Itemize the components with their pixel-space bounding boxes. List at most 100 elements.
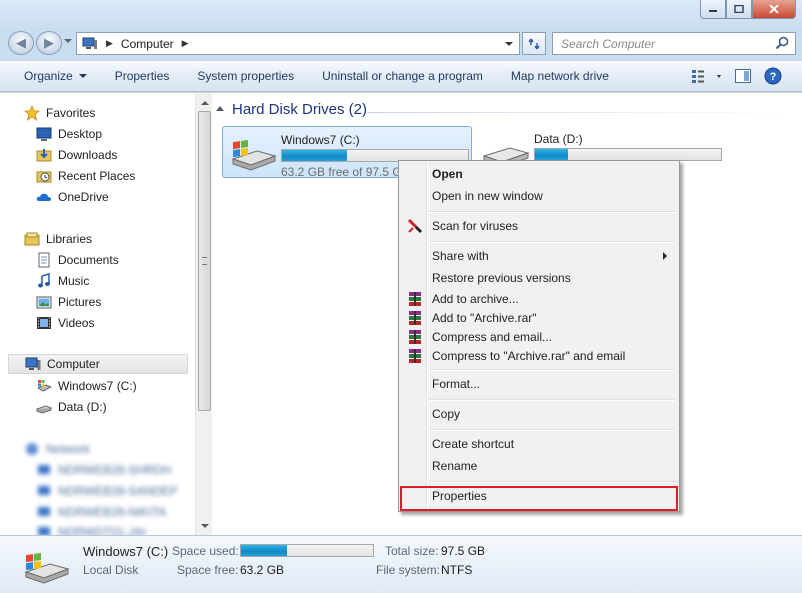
nav-item-network-computer[interactable]: NDRWEB28-SANDEP bbox=[36, 481, 178, 501]
menu-item-add-to-archive-rar[interactable]: Add to "Archive.rar" bbox=[401, 308, 677, 328]
nav-item-music[interactable]: Music bbox=[36, 271, 89, 291]
onedrive-cloud-icon bbox=[36, 193, 51, 201]
breadcrumb-arrow-icon[interactable]: ▶ bbox=[182, 38, 189, 49]
uninstall-program-button[interactable]: Uninstall or change a program bbox=[308, 61, 497, 91]
nav-item-desktop[interactable]: Desktop bbox=[36, 124, 102, 144]
scroll-thumb[interactable] bbox=[198, 111, 211, 411]
space-free-label: Space free: bbox=[177, 563, 239, 577]
menu-item-share-with[interactable]: Share with bbox=[401, 246, 677, 266]
nav-item-windows7-drive[interactable]: Windows7 (C:) bbox=[36, 376, 137, 396]
menu-item-copy[interactable]: Copy bbox=[401, 404, 677, 424]
menu-item-create-shortcut[interactable]: Create shortcut bbox=[401, 434, 677, 454]
context-menu: Open Open in new window Scan for viruses… bbox=[398, 160, 680, 512]
change-view-button[interactable] bbox=[688, 65, 728, 87]
nav-item-label: Downloads bbox=[58, 148, 118, 162]
scroll-down-icon[interactable] bbox=[201, 524, 209, 528]
menu-item-compress-to-archive-and-email[interactable]: Compress to "Archive.rar" and email bbox=[401, 346, 677, 366]
total-size-value: 97.5 GB bbox=[441, 544, 486, 558]
preview-pane-button[interactable] bbox=[728, 65, 758, 87]
navigation-pane: Favorites Desktop Downloads Recent Place… bbox=[6, 93, 212, 539]
nav-item-documents[interactable]: Documents bbox=[36, 250, 119, 270]
menu-separator bbox=[429, 241, 675, 243]
maximize-button[interactable] bbox=[726, 0, 752, 19]
maximize-icon bbox=[734, 5, 744, 13]
menu-item-restore-previous-versions[interactable]: Restore previous versions bbox=[401, 268, 677, 288]
nav-favorites[interactable]: Favorites bbox=[24, 103, 95, 123]
menu-item-open[interactable]: Open bbox=[401, 164, 677, 184]
nav-item-onedrive[interactable]: OneDrive bbox=[36, 187, 109, 207]
file-system-value: NTFS bbox=[441, 563, 473, 577]
svg-text:?: ? bbox=[770, 71, 777, 83]
search-icon[interactable] bbox=[775, 36, 789, 50]
details-pane: Windows7 (C:) Local Disk Space used: Spa… bbox=[0, 535, 802, 593]
computer-icon bbox=[25, 357, 41, 370]
menu-item-scan-for-viruses[interactable]: Scan for viruses bbox=[401, 216, 677, 236]
nav-item-data-drive[interactable]: Data (D:) bbox=[36, 397, 107, 417]
menu-item-add-to-archive[interactable]: Add to archive... bbox=[401, 289, 677, 309]
window-controls bbox=[700, 0, 796, 19]
menu-separator bbox=[429, 481, 675, 483]
star-icon bbox=[24, 105, 40, 121]
menu-item-label: Rename bbox=[432, 459, 478, 473]
nav-computer[interactable]: Computer bbox=[8, 354, 188, 374]
section-title: Hard Disk Drives (2) bbox=[232, 101, 368, 118]
nav-item-label: OneDrive bbox=[58, 190, 109, 204]
nav-item-recent-places[interactable]: Recent Places bbox=[36, 166, 135, 186]
nav-item-label: Recent Places bbox=[58, 169, 136, 183]
downloads-folder-icon bbox=[36, 149, 52, 162]
nav-item-videos[interactable]: Videos bbox=[36, 313, 94, 333]
menu-item-label: Format... bbox=[432, 377, 481, 391]
nav-item-network-computer[interactable]: NDRWEB28-NIKITA bbox=[36, 502, 166, 522]
network-computer-icon bbox=[38, 465, 50, 474]
nav-item-pictures[interactable]: Pictures bbox=[36, 292, 101, 312]
address-bar[interactable]: ▶ Computer ▶ bbox=[76, 32, 520, 55]
menu-item-compress-and-email[interactable]: Compress and email... bbox=[401, 327, 677, 347]
properties-button[interactable]: Properties bbox=[101, 61, 184, 91]
submenu-arrow-icon bbox=[663, 252, 667, 260]
system-properties-button[interactable]: System properties bbox=[183, 61, 308, 91]
nav-libraries[interactable]: Libraries bbox=[24, 229, 92, 249]
menu-item-label: Create shortcut bbox=[432, 437, 515, 451]
scroll-up-icon[interactable] bbox=[201, 101, 209, 105]
winrar-icon bbox=[409, 330, 421, 344]
nav-computer-label: Computer bbox=[47, 357, 100, 371]
breadcrumb-arrow-icon[interactable]: ▶ bbox=[106, 38, 113, 49]
back-arrow-icon: ◀ bbox=[16, 35, 26, 50]
nav-scrollbar[interactable] bbox=[195, 93, 212, 536]
close-button[interactable] bbox=[752, 0, 796, 19]
menu-item-label: Open in new window bbox=[432, 189, 543, 203]
search-box[interactable] bbox=[552, 32, 796, 55]
network-computer-icon bbox=[38, 486, 50, 495]
network-icon bbox=[26, 443, 38, 455]
address-history-dropdown[interactable] bbox=[505, 42, 513, 46]
search-input[interactable] bbox=[553, 33, 763, 54]
music-icon bbox=[38, 273, 50, 288]
refresh-button[interactable] bbox=[522, 32, 546, 55]
menu-item-format[interactable]: Format... bbox=[401, 374, 677, 394]
nav-item-network-computer[interactable]: NDRWEB28-SHRDH bbox=[36, 460, 171, 480]
back-button[interactable]: ◀ bbox=[8, 31, 34, 55]
help-button[interactable]: ? bbox=[758, 65, 788, 87]
nav-libraries-label: Libraries bbox=[46, 232, 93, 246]
nav-item-downloads[interactable]: Downloads bbox=[36, 145, 117, 165]
menu-item-rename[interactable]: Rename bbox=[401, 456, 677, 476]
help-icon: ? bbox=[764, 67, 782, 85]
space-used-fill bbox=[241, 545, 288, 556]
nav-item-label: NDRWEB28-SHRDH bbox=[58, 463, 172, 477]
breadcrumb-computer[interactable]: Computer bbox=[121, 37, 174, 51]
drive-name: Windows7 (C:) bbox=[281, 133, 360, 147]
nav-network[interactable]: Network bbox=[24, 439, 90, 459]
total-size-label: Total size: bbox=[385, 544, 439, 558]
menu-item-open-new-window[interactable]: Open in new window bbox=[401, 186, 677, 206]
map-network-drive-button[interactable]: Map network drive bbox=[497, 61, 623, 91]
organize-menu[interactable]: Organize bbox=[0, 61, 101, 91]
menu-item-label: Add to "Archive.rar" bbox=[432, 311, 537, 325]
computer-icon bbox=[82, 37, 97, 49]
collapse-icon[interactable] bbox=[216, 106, 224, 111]
libraries-icon bbox=[24, 232, 40, 246]
recent-pages-dropdown[interactable] bbox=[64, 39, 72, 43]
minimize-button[interactable] bbox=[700, 0, 726, 19]
hard-disk-drives-group-header[interactable]: Hard Disk Drives (2) bbox=[216, 101, 367, 118]
forward-button[interactable]: ▶ bbox=[36, 31, 62, 55]
nav-favorites-label: Favorites bbox=[46, 106, 96, 120]
